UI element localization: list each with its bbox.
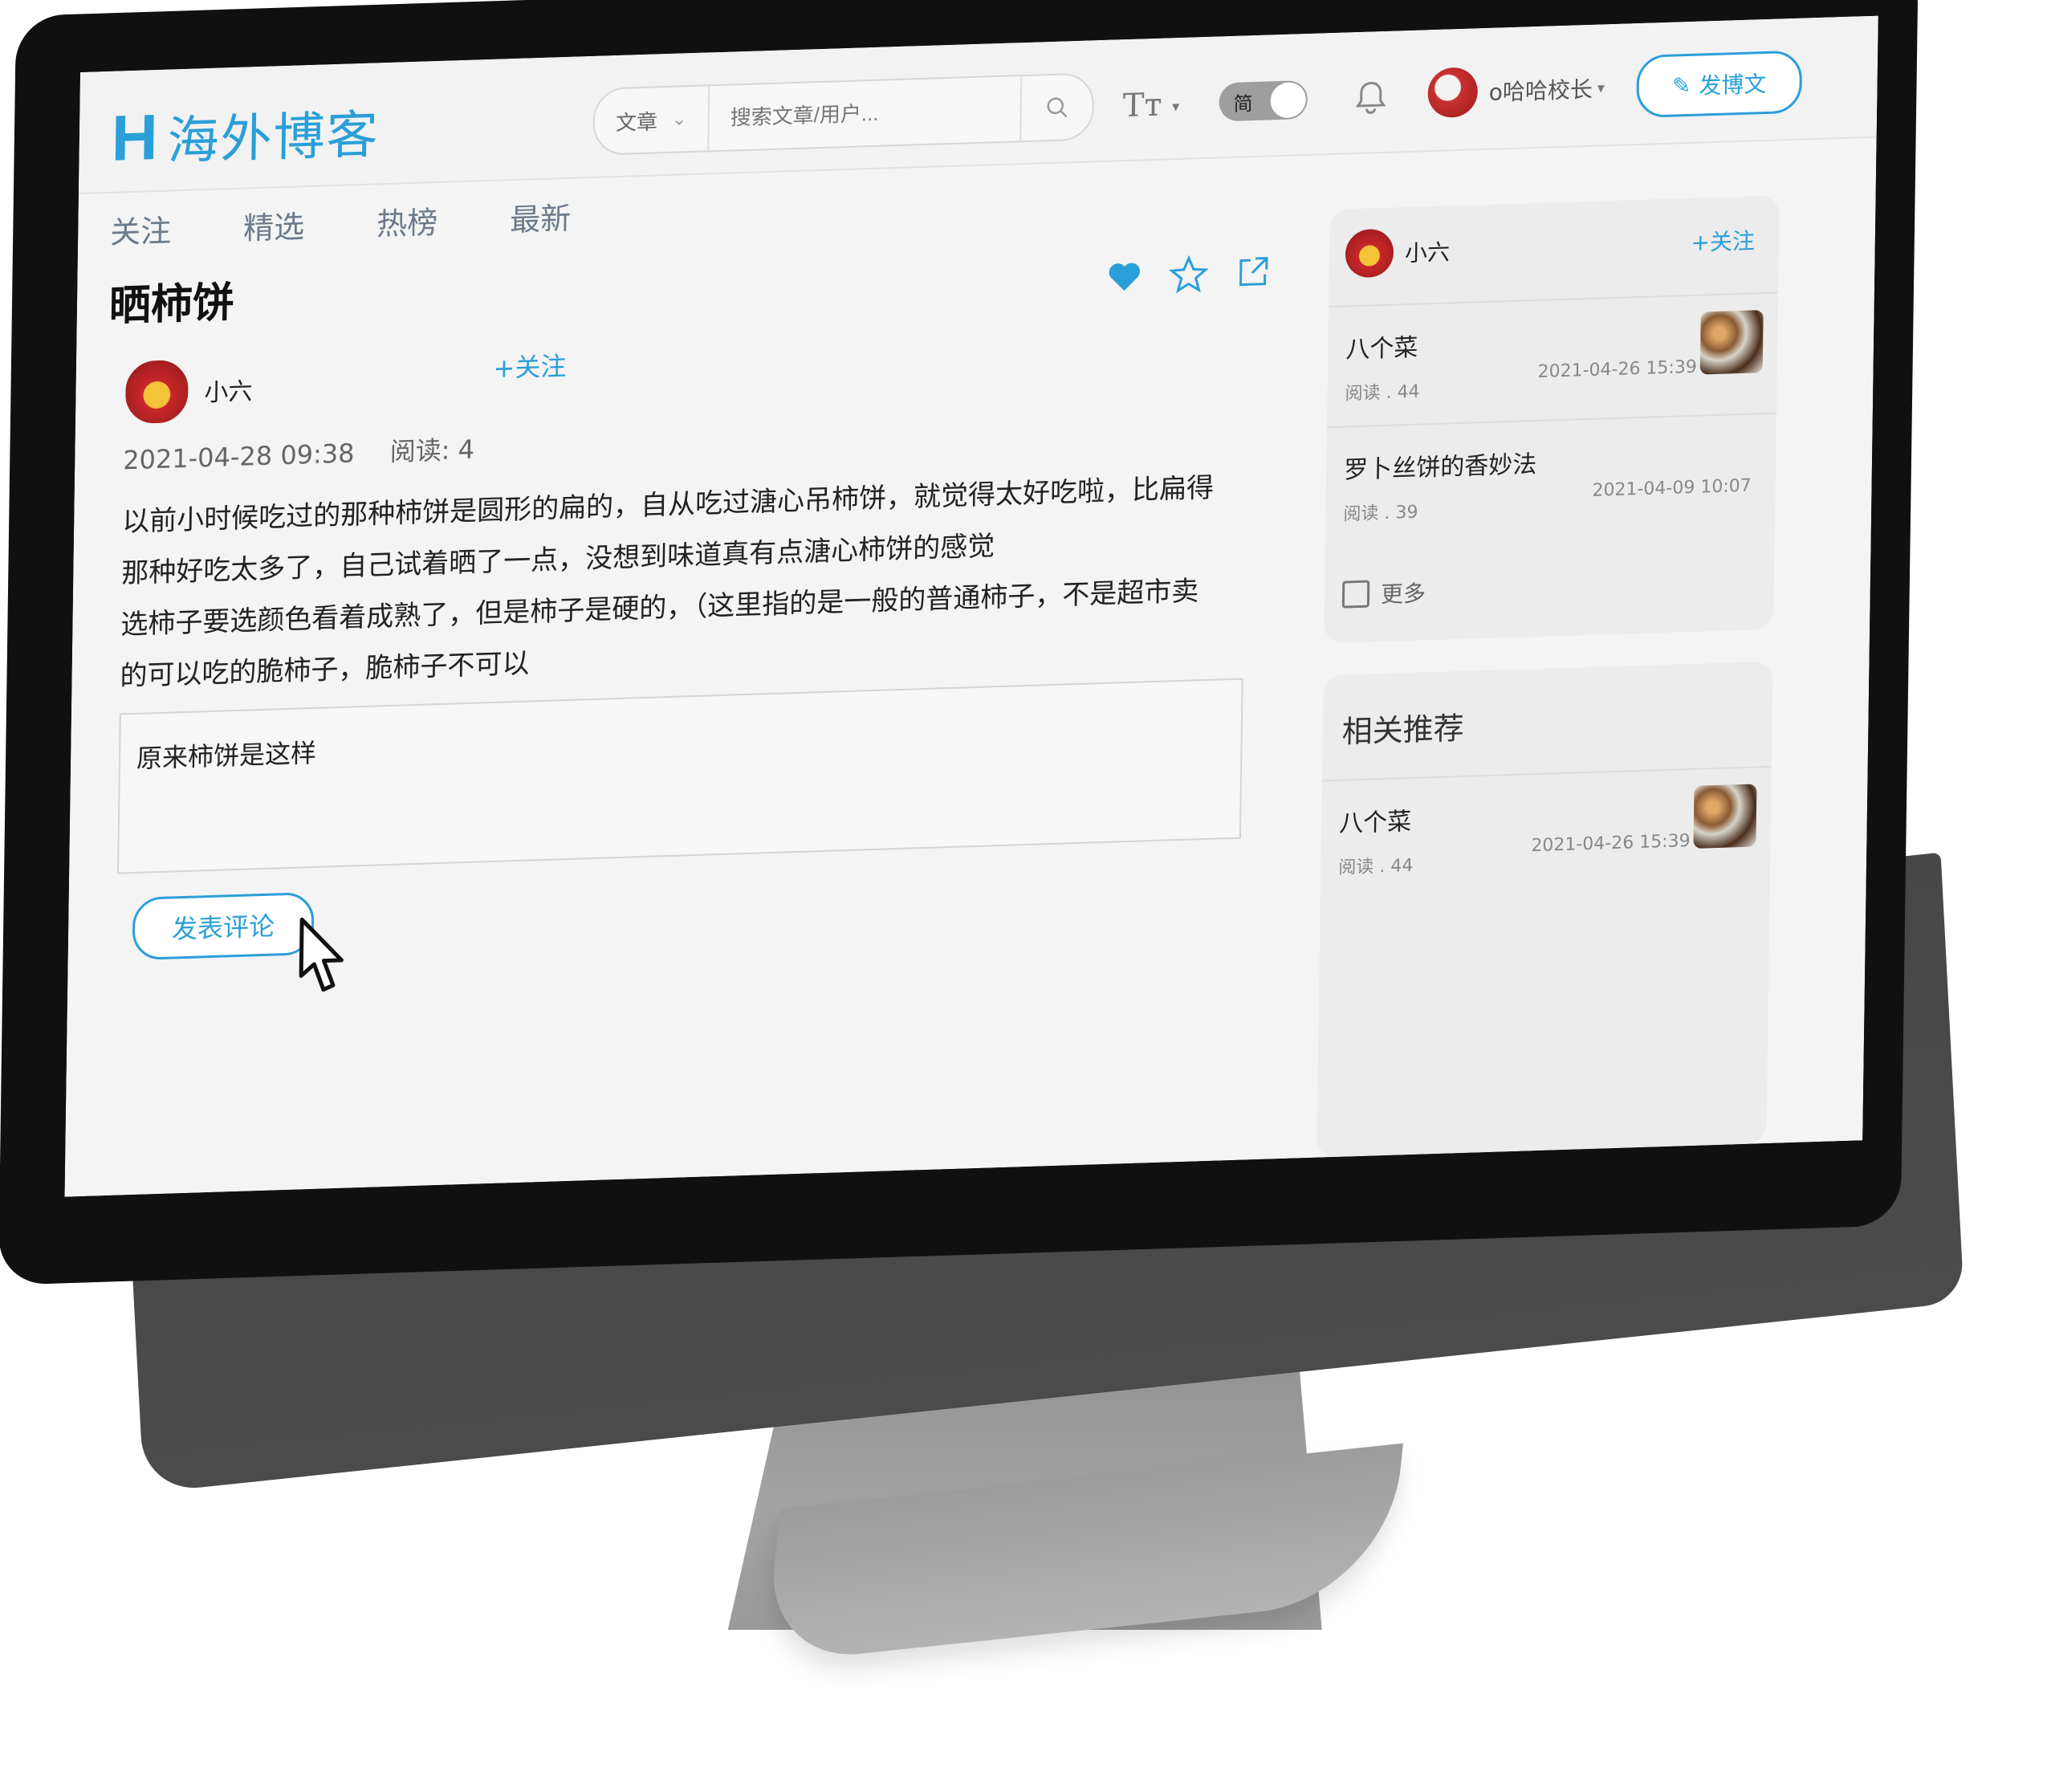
more-label: 更多 — [1380, 580, 1426, 609]
star-icon[interactable] — [1168, 254, 1209, 295]
font-size-icon: Tт — [1122, 86, 1162, 125]
search-category-select[interactable]: 文章 ⌄ — [594, 86, 710, 154]
search-button[interactable] — [1019, 74, 1093, 141]
list-item[interactable]: 八个菜 阅读 . 44 2021-04-26 15:39 — [1327, 291, 1779, 421]
post-reads: 阅读 . 39 — [1343, 502, 1418, 525]
pencil-icon: ✎ — [1671, 71, 1691, 100]
author-card: 小六 +关注 八个菜 阅读 . 44 2021-04-26 15:39 罗卜丝饼… — [1324, 195, 1780, 644]
toggle-label: 简 — [1233, 92, 1253, 116]
search-bar: 文章 ⌄ — [592, 72, 1095, 156]
search-category-label: 文章 — [615, 109, 658, 136]
font-size-button[interactable]: Tт ▾ — [1122, 86, 1180, 125]
post-title: 罗卜丝饼的香妙法 — [1343, 450, 1537, 485]
chevron-down-icon: ⌄ — [671, 108, 687, 130]
logo-mark: H — [111, 100, 159, 174]
tab-hot[interactable]: 热榜 — [376, 198, 438, 243]
monitor-screen: H 海外博客 文章 ⌄ Tт ▾ — [64, 15, 1878, 1197]
new-post-label: 发博文 — [1699, 70, 1767, 100]
mouse-cursor-icon — [299, 917, 344, 992]
article-actions — [1104, 251, 1273, 297]
tab-latest[interactable]: 最新 — [510, 193, 572, 239]
author-name: 小六 — [204, 377, 253, 408]
nav-tabs: 关注 精选 热榜 最新 — [110, 193, 572, 252]
article-datetime: 2021-04-28 09:38 — [122, 438, 355, 476]
post-reads: 阅读 . 44 — [1338, 855, 1414, 878]
blog-page: H 海外博客 文章 ⌄ Tт ▾ — [64, 15, 1878, 1197]
article-reads: 阅读: 4 — [389, 434, 475, 467]
related-title: 相关推荐 — [1341, 710, 1464, 750]
notification-bell-icon[interactable] — [1351, 78, 1390, 118]
post-date: 2021-04-26 15:39 — [1531, 831, 1691, 857]
sidebar-follow-button[interactable]: +关注 — [1691, 223, 1755, 258]
external-link-icon — [1341, 580, 1370, 609]
caret-down-icon: ▾ — [1172, 98, 1180, 116]
share-icon[interactable] — [1232, 251, 1273, 293]
related-card: 相关推荐 八个菜 阅读 . 44 2021-04-26 15:39 — [1317, 661, 1773, 1158]
follow-button[interactable]: +关注 — [493, 346, 566, 385]
search-icon — [1047, 97, 1068, 118]
more-link[interactable]: 更多 — [1341, 576, 1426, 610]
list-item[interactable]: 罗卜丝饼的香妙法 阅读 . 39 2021-04-09 10:07 — [1325, 412, 1776, 541]
post-thumbnail — [1693, 784, 1757, 849]
user-menu[interactable]: o哈哈校长 ▾ — [1427, 63, 1605, 119]
sidebar-author-name: 小六 — [1404, 238, 1451, 267]
heart-icon[interactable] — [1104, 255, 1145, 297]
post-thumbnail — [1699, 310, 1764, 375]
avatar — [1427, 67, 1479, 119]
post-title: 八个菜 — [1345, 333, 1418, 365]
post-title: 八个菜 — [1338, 807, 1412, 838]
tab-follow[interactable]: 关注 — [110, 206, 172, 251]
article-meta: 2021-04-28 09:38 阅读: 4 — [123, 429, 502, 478]
avatar — [1345, 228, 1394, 279]
username: o哈哈校长 — [1488, 75, 1593, 106]
toggle-knob — [1270, 81, 1307, 119]
sidebar-author[interactable]: 小六 — [1345, 226, 1451, 279]
list-item[interactable]: 八个菜 阅读 . 44 2021-04-26 15:39 — [1320, 765, 1772, 894]
site-logo[interactable]: H 海外博客 — [111, 93, 380, 176]
post-date: 2021-04-26 15:39 — [1537, 356, 1697, 382]
simplified-traditional-toggle[interactable]: 简 — [1219, 79, 1308, 122]
caret-down-icon: ▾ — [1597, 79, 1605, 97]
post-reads: 阅读 . 44 — [1345, 381, 1420, 405]
new-post-button[interactable]: ✎ 发博文 — [1636, 50, 1803, 119]
tab-featured[interactable]: 精选 — [243, 202, 305, 247]
avatar — [123, 357, 190, 426]
submit-comment-button[interactable]: 发表评论 — [132, 891, 315, 961]
article-author[interactable]: 小六 — [123, 356, 253, 426]
article-body: 以前小时候吃过的那种柿饼是圆形的扁的，自从吃过溏心吊柿饼，就觉得太好吃啦，比扁得… — [120, 461, 1262, 703]
search-input[interactable] — [709, 76, 1021, 151]
logo-text: 海外博客 — [166, 105, 381, 172]
post-date: 2021-04-09 10:07 — [1592, 475, 1752, 501]
comment-input[interactable]: 原来柿饼是这样 — [117, 678, 1243, 874]
